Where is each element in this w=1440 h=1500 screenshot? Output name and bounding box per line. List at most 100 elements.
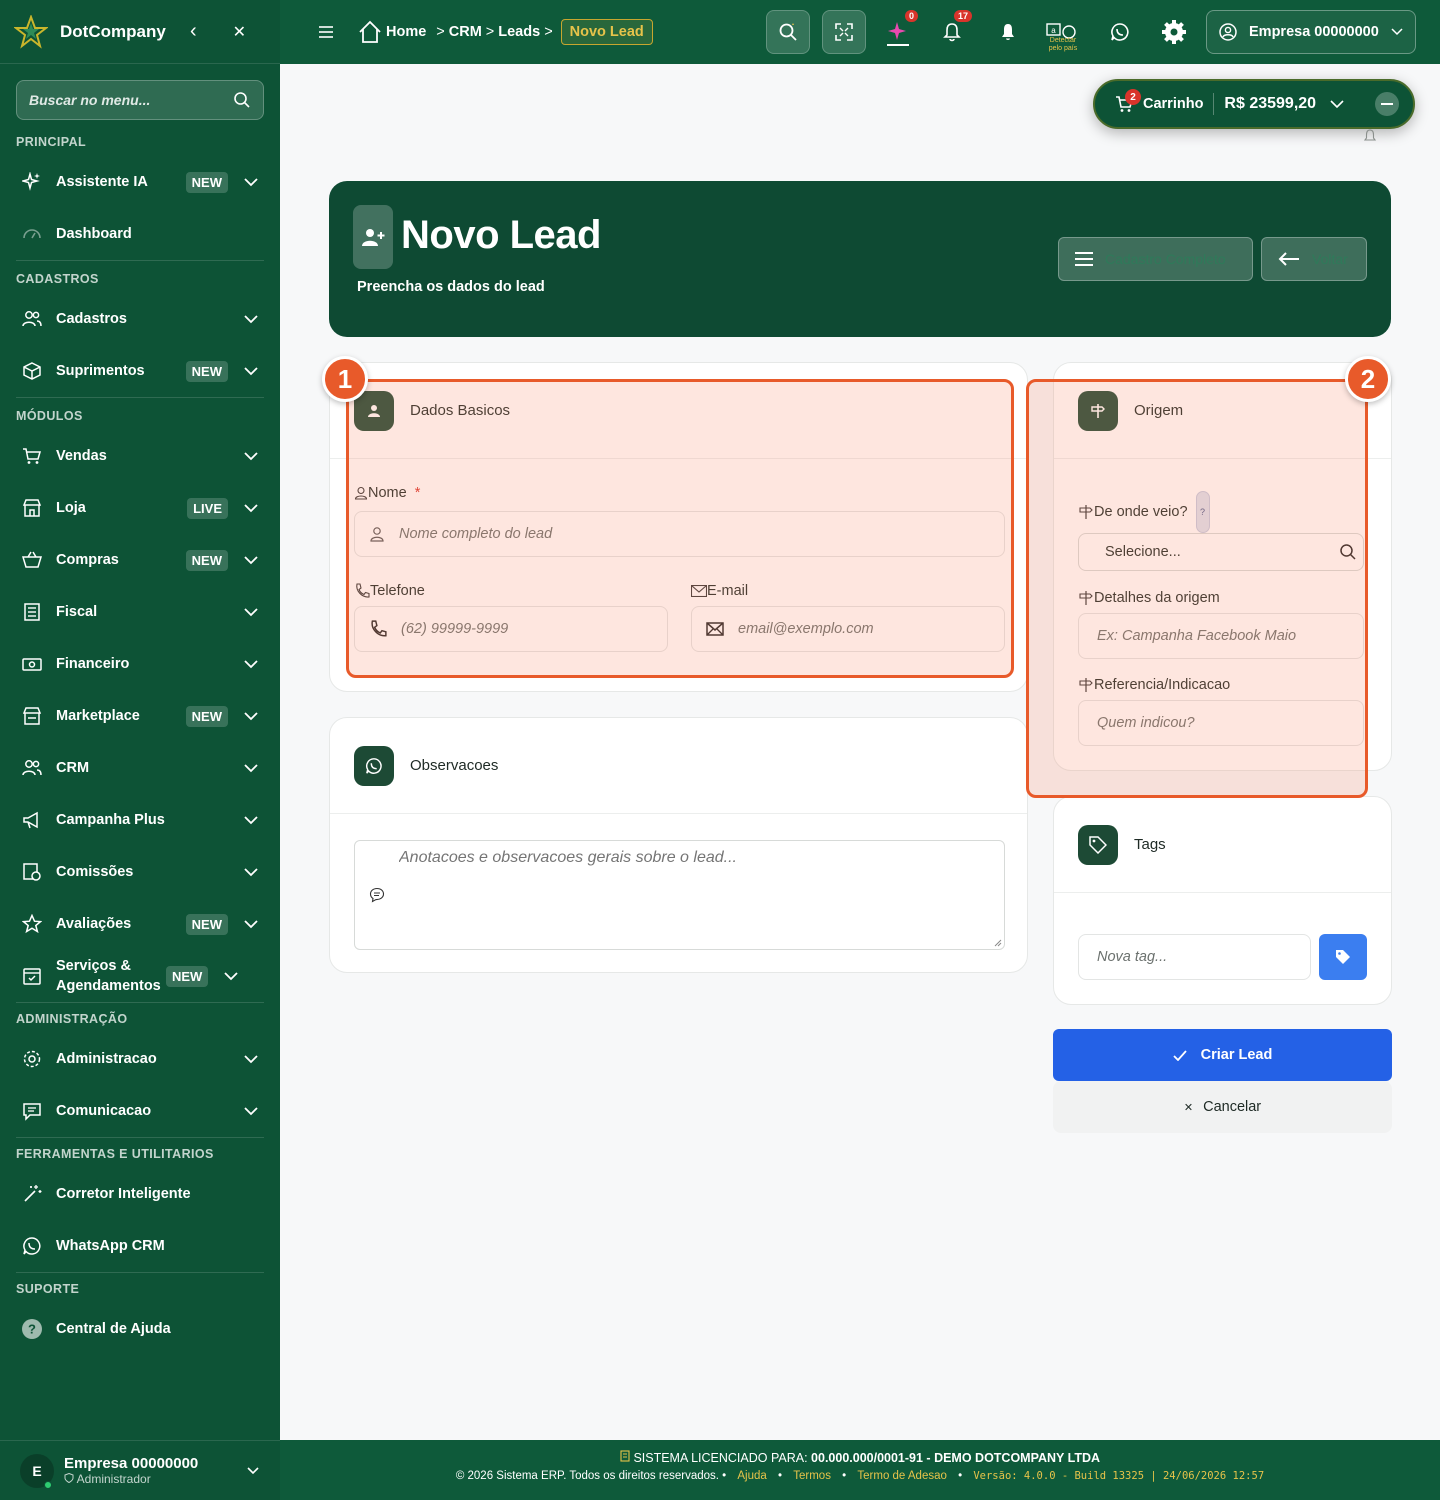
copyright-text: © 2026 Sistema ERP. Todos os direitos re… xyxy=(455,1470,719,1482)
create-lead-button[interactable]: Criar Lead xyxy=(1053,1029,1392,1081)
card-header: Dados Basicos xyxy=(330,363,1027,459)
envelope-icon xyxy=(706,622,724,636)
notes-textarea[interactable] xyxy=(399,849,995,941)
user-info: Empresa 00000000 Administrador xyxy=(64,1455,246,1486)
search-button[interactable] xyxy=(766,10,810,54)
referral-input[interactable] xyxy=(1097,715,1347,731)
new-badge: NEW xyxy=(185,171,228,193)
sidebar-item-label: Financeiro xyxy=(56,656,130,672)
sidebar-item-label: WhatsApp CRM xyxy=(56,1238,165,1254)
user-circle-icon xyxy=(1219,23,1237,41)
sidebar-item-cadastros[interactable]: Cadastros xyxy=(0,293,280,345)
sidebar-item-comissoes[interactable]: Comissões xyxy=(0,846,280,898)
resize-handle-icon[interactable] xyxy=(994,939,1002,947)
add-tag-button[interactable] xyxy=(1319,934,1367,980)
new-badge: NEW xyxy=(166,965,209,987)
sidebar-item-central-ajuda[interactable]: ? Central de Ajuda xyxy=(0,1303,280,1355)
user-menu[interactable]: E Empresa 00000000 Administrador xyxy=(0,1440,280,1500)
source-selected-value: Selecione... xyxy=(1105,544,1181,560)
sidebar-item-comunicacao[interactable]: Comunicacao xyxy=(0,1085,280,1137)
bell-filled-icon xyxy=(1002,24,1014,40)
phone-field xyxy=(354,606,668,652)
footer-link-termo-adesao[interactable]: Termo de Adesao xyxy=(857,1470,947,1482)
settings-button[interactable] xyxy=(1152,10,1196,54)
menu-search-input[interactable] xyxy=(29,92,233,108)
sidebar-item-whatsapp[interactable]: WhatsApp CRM xyxy=(0,1220,280,1272)
sidebar-item-loja[interactable]: Loja LIVE xyxy=(0,482,280,534)
search-icon xyxy=(779,23,797,41)
sidebar-item-suprimentos[interactable]: Suprimentos NEW xyxy=(0,345,280,397)
cancel-button[interactable]: ✕ Cancelar xyxy=(1053,1081,1392,1133)
sidebar-item-crm[interactable]: CRM xyxy=(0,742,280,794)
user-plus-icon xyxy=(353,205,393,269)
chevron-down-icon xyxy=(242,1106,260,1116)
chevron-down-icon[interactable] xyxy=(1330,99,1344,109)
sidebar-item-financeiro[interactable]: Financeiro xyxy=(0,638,280,690)
ai-assistant-button[interactable]: 0 xyxy=(876,10,920,54)
email-label: E-mail xyxy=(691,583,748,599)
full-registration-button[interactable]: Cadastro Completo xyxy=(1058,237,1253,281)
whatsapp-button[interactable] xyxy=(1098,10,1142,54)
search-icon[interactable] xyxy=(233,91,251,109)
breadcrumb-home[interactable]: Home xyxy=(386,24,426,40)
new-tag-input[interactable] xyxy=(1097,949,1297,965)
name-input[interactable] xyxy=(399,526,907,542)
collapse-sidebar-icon[interactable]: ‹ xyxy=(190,20,197,43)
email-input[interactable] xyxy=(738,621,977,637)
detect-country-button[interactable]: a Detectar pelo país xyxy=(1040,10,1084,54)
footer-link-ajuda[interactable]: Ajuda xyxy=(737,1470,766,1482)
chevron-down-icon xyxy=(222,971,240,981)
sidebar-header: DotCompany ‹ ✕ xyxy=(0,0,280,64)
referral-label-text: Referencia/Indicacao xyxy=(1094,677,1231,693)
notifications-button[interactable]: 17 xyxy=(930,10,974,54)
cancel-label: Cancelar xyxy=(1203,1099,1262,1115)
chevron-down-icon xyxy=(242,314,260,324)
sparkles-icon xyxy=(887,22,909,46)
sidebar-item-fiscal[interactable]: Fiscal xyxy=(0,586,280,638)
sidebar-item-label: Comunicacao xyxy=(56,1103,152,1119)
bell-outline-icon xyxy=(1363,129,1377,141)
sidebar-item-vendas[interactable]: Vendas xyxy=(0,430,280,482)
signpost-icon xyxy=(1079,591,1093,605)
hamburger-menu-icon[interactable] xyxy=(318,25,334,39)
notifications-count-badge: 17 xyxy=(953,10,972,22)
details-input[interactable] xyxy=(1097,628,1347,644)
details-label-text: Detalhes da origem xyxy=(1094,590,1220,606)
sidebar-item-marketplace[interactable]: Marketplace NEW xyxy=(0,690,280,742)
chevron-down-icon xyxy=(242,763,260,773)
sidebar-item-label: Compras xyxy=(56,552,119,568)
building-icon xyxy=(620,1450,630,1462)
footer-link-termos[interactable]: Termos xyxy=(793,1470,831,1482)
breadcrumb-crm[interactable]: CRM xyxy=(449,24,482,40)
chevron-down-icon xyxy=(242,503,260,513)
sidebar-item-servicos[interactable]: Serviços & Agendamentos NEW xyxy=(0,950,280,1002)
sidebar-item-administracao[interactable]: Administracao xyxy=(0,1033,280,1085)
breadcrumb-separator: > xyxy=(436,24,445,40)
sidebar-item-label: Vendas xyxy=(56,448,107,464)
minimize-cart-button[interactable] xyxy=(1375,92,1399,116)
fullscreen-button[interactable] xyxy=(822,10,866,54)
sidebar-item-label: Loja xyxy=(56,500,86,516)
breadcrumb-leads[interactable]: Leads xyxy=(498,24,540,40)
help-circle-icon: ? xyxy=(20,1317,44,1341)
sidebar-item-corretor[interactable]: Corretor Inteligente xyxy=(0,1168,280,1220)
back-button[interactable]: Voltar xyxy=(1261,237,1367,281)
source-select[interactable]: Selecione... xyxy=(1078,533,1364,571)
phone-label-text: Telefone xyxy=(370,583,425,599)
top-bar: Home > CRM > Leads > Novo Lead 0 17 a De… xyxy=(280,0,1440,64)
help-tooltip-icon[interactable]: ? xyxy=(1195,491,1210,533)
cart-summary[interactable]: 2 Carrinho R$ 23599,20 xyxy=(1093,79,1415,129)
sidebar-item-campanha-plus[interactable]: Campanha Plus xyxy=(0,794,280,846)
commission-icon xyxy=(20,860,44,884)
alerts-button[interactable] xyxy=(986,10,1030,54)
sidebar-item-avaliacoes[interactable]: Avaliações NEW xyxy=(0,898,280,950)
company-selector[interactable]: Empresa 00000000 xyxy=(1206,10,1416,54)
sidebar-item-assistente-ia[interactable]: Assistente IA NEW xyxy=(0,156,280,208)
sidebar-item-dashboard[interactable]: Dashboard xyxy=(0,208,280,260)
storefront-icon xyxy=(20,704,44,728)
details-field xyxy=(1078,613,1364,659)
home-icon[interactable] xyxy=(358,20,382,44)
sidebar-item-compras[interactable]: Compras NEW xyxy=(0,534,280,586)
phone-input[interactable] xyxy=(401,621,640,637)
close-icon[interactable]: ✕ xyxy=(233,22,246,42)
